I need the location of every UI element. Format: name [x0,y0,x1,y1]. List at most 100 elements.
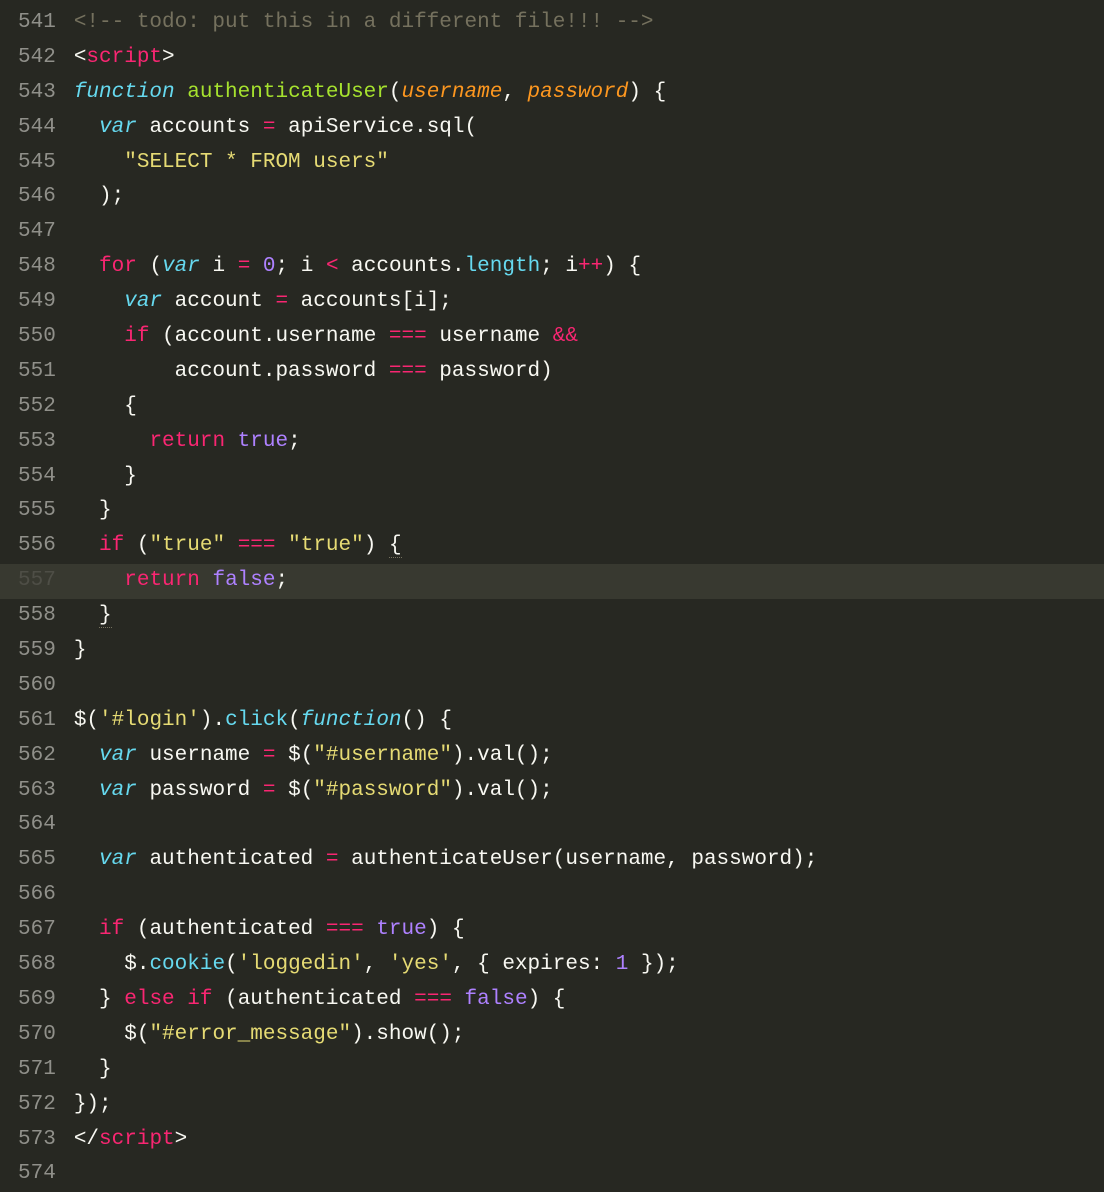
line-number: 566 [18,878,56,913]
code-token: false [465,988,528,1011]
line-number: 574 [18,1157,56,1192]
code-token: ( [389,81,402,104]
code-line[interactable]: } [74,1053,1104,1088]
code-token: else [124,988,174,1011]
code-line[interactable]: <!-- todo: put this in a different file!… [74,6,1104,41]
code-token [74,430,150,453]
code-line[interactable]: var authenticated = authenticateUser(use… [74,843,1104,878]
code-line[interactable]: } [74,494,1104,529]
code-token: $( [275,744,313,767]
code-token [74,779,99,802]
code-token [276,534,289,557]
code-token [175,81,188,104]
line-number: 561 [18,704,56,739]
code-token: } [74,1058,112,1081]
line-number: 542 [18,41,56,76]
code-token: (authenticated [212,988,414,1011]
code-line[interactable]: var account = accounts[i]; [74,285,1104,320]
code-token: username [402,81,503,104]
code-token: $( [74,709,99,732]
code-line[interactable]: if ("true" === "true") { [74,529,1104,564]
code-token: accounts. [339,255,465,278]
code-token: password) [427,360,553,383]
code-token: ) [364,534,389,557]
code-token: "true" [288,534,364,557]
code-line[interactable]: <script> [74,41,1104,76]
code-token: ( [124,534,149,557]
code-line[interactable]: </script> [74,1123,1104,1158]
code-token: var [124,290,162,313]
code-line[interactable]: account.password === password) [74,355,1104,390]
code-token: = [263,744,276,767]
code-token: { [389,534,402,558]
code-line[interactable]: var accounts = apiService.sql( [74,111,1104,146]
line-number: 552 [18,390,56,425]
code-token: = [238,255,251,278]
code-token: ) { [427,918,465,941]
code-token: "true" [149,534,225,557]
code-line[interactable]: function authenticateUser(username, pass… [74,76,1104,111]
code-token: account.password [74,360,389,383]
line-number: 571 [18,1053,56,1088]
code-token: "#password" [313,779,452,802]
code-area[interactable]: <!-- todo: put this in a different file!… [74,0,1104,1168]
code-line[interactable]: return false; [74,564,1104,599]
code-line[interactable]: if (account.username === username && [74,320,1104,355]
code-token: accounts [137,116,263,139]
code-token: ) { [603,255,641,278]
code-token: = [263,779,276,802]
code-token: } [74,988,124,1011]
line-number: 562 [18,739,56,774]
line-number: 549 [18,285,56,320]
code-editor[interactable]: 5415425435445455465475485495505515525535… [0,0,1104,1168]
code-line[interactable]: if (authenticated === true) { [74,913,1104,948]
code-line[interactable] [74,669,1104,704]
code-line[interactable]: "SELECT * FROM users" [74,146,1104,181]
code-token: apiService.sql( [275,116,477,139]
code-line[interactable]: var username = $("#username").val(); [74,739,1104,774]
code-line[interactable]: { [74,390,1104,425]
code-line[interactable]: for (var i = 0; i < accounts.length; i++… [74,250,1104,285]
code-line[interactable] [74,808,1104,843]
code-token: function [301,709,402,732]
code-token [74,569,124,592]
line-number: 555 [18,494,56,529]
line-number: 560 [18,669,56,704]
code-token: < [326,255,339,278]
code-token [74,116,99,139]
code-token [225,534,238,557]
code-line[interactable]: $('#login').click(function() { [74,704,1104,739]
code-line[interactable] [74,215,1104,250]
code-line[interactable]: } [74,634,1104,669]
code-token: if [99,534,124,557]
code-token: <!-- todo: put this in a different file!… [74,11,654,34]
code-line[interactable]: $.cookie('loggedin', 'yes', { expires: 1… [74,948,1104,983]
line-number: 563 [18,774,56,809]
code-line[interactable]: return true; [74,425,1104,460]
code-token: click [225,709,288,732]
code-token: script [99,1128,175,1151]
code-line[interactable]: }); [74,1088,1104,1123]
code-line[interactable] [74,878,1104,913]
code-token: var [99,848,137,871]
code-token: ( [137,255,162,278]
code-token: 'loggedin' [238,953,364,976]
code-line[interactable]: } [74,599,1104,634]
code-token: for [99,255,137,278]
code-token: script [86,46,162,69]
line-number: 547 [18,215,56,250]
code-line[interactable]: ); [74,180,1104,215]
code-line[interactable]: $("#error_message").show(); [74,1018,1104,1053]
code-token: $( [74,1023,150,1046]
line-number: 573 [18,1123,56,1158]
code-line[interactable]: } else if (authenticated === false) { [74,983,1104,1018]
code-line[interactable] [74,1157,1104,1192]
code-token: password [137,779,263,802]
code-line[interactable]: var password = $("#password").val(); [74,774,1104,809]
code-token: $. [74,953,150,976]
code-token: var [99,116,137,139]
code-token: authenticateUser [187,81,389,104]
line-number: 568 [18,948,56,983]
code-line[interactable]: } [74,460,1104,495]
code-token: , [364,953,389,976]
